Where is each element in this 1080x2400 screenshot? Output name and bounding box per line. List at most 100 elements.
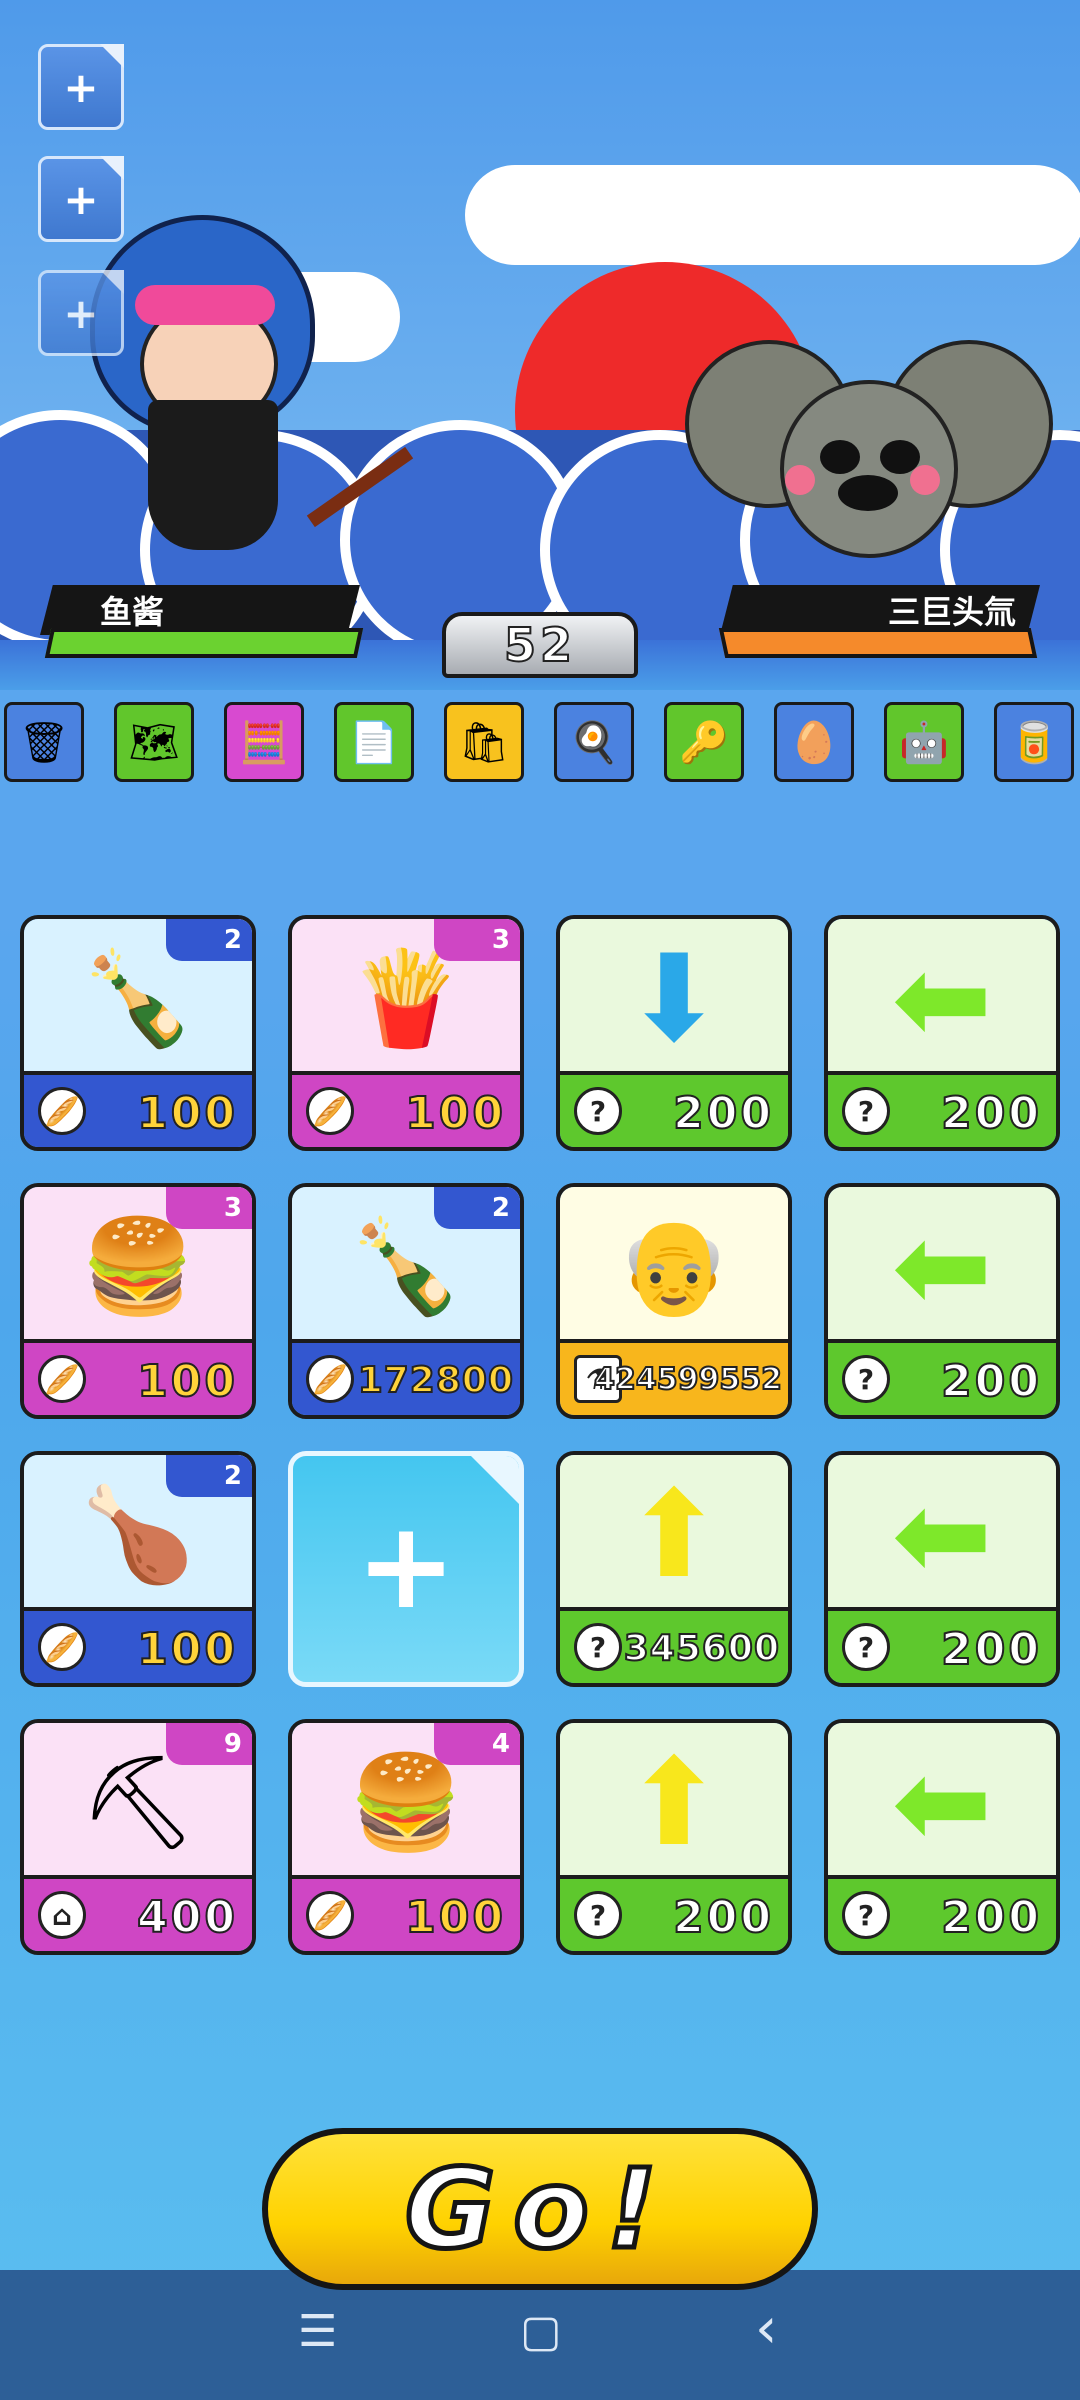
battle-scene: + + + 鱼酱 三巨头氚 52 [0, 0, 1080, 690]
card-burger[interactable]: 🍔 3 🥖 100 [20, 1183, 256, 1419]
item-slot-10[interactable]: 🥫 [994, 702, 1074, 782]
card-price: 100 [404, 1087, 506, 1140]
question-icon: ? [574, 1087, 622, 1135]
question-icon: ? [842, 1355, 890, 1403]
arrow-left-icon: ⬅ [891, 1733, 993, 1873]
map-icon: 🗺 [128, 719, 180, 766]
arrow-left-icon: ⬅ [891, 1197, 993, 1337]
level-badge: 2 [434, 1187, 520, 1229]
card-arrow-left[interactable]: ⬅ ? 200 [824, 1183, 1060, 1419]
item-slot-1[interactable]: 🗑 [4, 702, 84, 782]
card-price: 200 [940, 1355, 1042, 1408]
card-arrow-up[interactable]: ⬆ ? 345600 [556, 1451, 792, 1687]
side-add-button-1[interactable]: + [38, 44, 124, 130]
item-slot-7[interactable]: 🔑 [664, 702, 744, 782]
document-icon: 📄 [349, 719, 399, 766]
card-chicken-leg[interactable]: 🍗 2 🥖 100 [20, 1451, 256, 1687]
card-price: 100 [404, 1891, 506, 1944]
card-fries[interactable]: 🍟 3 🥖 100 [288, 915, 524, 1151]
back-icon[interactable]: ‹ [755, 2296, 777, 2361]
plus-icon: + [63, 288, 99, 338]
round-counter: 52 [442, 612, 638, 678]
card-price: 200 [940, 1891, 1042, 1944]
side-add-button-3[interactable]: + [38, 270, 124, 356]
trash-icon: 🗑 [18, 719, 70, 766]
player-mask [148, 400, 278, 550]
arrow-down-icon: ⬇ [623, 929, 725, 1069]
key-icon: 🔑 [679, 719, 729, 766]
card-professor[interactable]: 👴 ⚗ 424599552 [556, 1183, 792, 1419]
card-price: 100 [136, 1623, 238, 1676]
level-badge: 2 [166, 919, 252, 961]
side-add-button-2[interactable]: + [38, 156, 124, 242]
card-mine[interactable]: ⛏ 9 ⌂ 400 [20, 1719, 256, 1955]
card-cola[interactable]: 🍾 2 🥖 172800 [288, 1183, 524, 1419]
player-name: 鱼酱 [100, 593, 165, 631]
card-cola[interactable]: 🍾 2 🥖 100 [20, 915, 256, 1151]
bag-icon: 🛍 [458, 719, 510, 766]
plus-icon: + [63, 62, 99, 112]
bread-icon: 🥖 [38, 1623, 86, 1671]
home-icon[interactable]: ▢ [520, 2306, 562, 2357]
level-badge: 3 [434, 919, 520, 961]
empty-slot-button[interactable]: + [288, 1451, 524, 1687]
home-icon: ⌂ [38, 1891, 86, 1939]
bread-icon: 🥖 [38, 1087, 86, 1135]
card-price: 200 [940, 1087, 1042, 1140]
bread-icon: 🥖 [306, 1087, 354, 1135]
player-hp-bar [44, 628, 364, 658]
card-arrow-down[interactable]: ⬇ ? 200 [556, 915, 792, 1151]
bread-icon: 🥖 [38, 1355, 86, 1403]
go-label: Go! [402, 2143, 676, 2276]
item-slot-9[interactable]: 🤖 [884, 702, 964, 782]
card-price: 100 [136, 1087, 238, 1140]
plus-icon: + [63, 174, 99, 224]
card-burger[interactable]: 🍔 4 🥖 100 [288, 1719, 524, 1955]
can-icon: 🥫 [1009, 719, 1059, 766]
pan-icon: 🍳 [569, 719, 619, 766]
arrow-left-icon: ⬅ [891, 1465, 993, 1605]
level-badge: 3 [166, 1187, 252, 1229]
card-price: 400 [136, 1891, 238, 1944]
nest-icon: 🥚 [789, 719, 839, 766]
arrow-up-icon: ⬆ [623, 1465, 725, 1605]
card-price: 200 [940, 1623, 1042, 1676]
question-icon: ? [574, 1891, 622, 1939]
menu-icon[interactable]: ☰ [298, 2306, 337, 2357]
enemy-name: 三巨头氚 [887, 593, 1016, 631]
card-arrow-left[interactable]: ⬅ ? 200 [824, 915, 1060, 1151]
question-icon: ? [574, 1623, 622, 1671]
item-slot-5[interactable]: 🛍 [444, 702, 524, 782]
robot-icon: 🤖 [899, 719, 949, 766]
card-arrow-left[interactable]: ⬅ ? 200 [824, 1451, 1060, 1687]
level-badge: 9 [166, 1723, 252, 1765]
go-button[interactable]: Go! [262, 2128, 818, 2290]
calculator-icon: 🧮 [239, 719, 289, 766]
card-arrow-up[interactable]: ⬆ ? 200 [556, 1719, 792, 1955]
bread-icon: 🥖 [306, 1355, 354, 1403]
professor-icon: 👴 [616, 1213, 732, 1320]
card-price: 345600 [623, 1627, 780, 1670]
card-price: 200 [672, 1087, 774, 1140]
level-badge: 2 [166, 1455, 252, 1497]
card-price: 200 [672, 1891, 774, 1944]
item-slot-8[interactable]: 🥚 [774, 702, 854, 782]
item-slot-3[interactable]: 🧮 [224, 702, 304, 782]
arrow-up-icon: ⬆ [623, 1733, 725, 1873]
question-icon: ? [842, 1891, 890, 1939]
level-badge: 4 [434, 1723, 520, 1765]
arrow-left-icon: ⬅ [891, 929, 993, 1069]
question-icon: ? [842, 1087, 890, 1135]
item-slot-4[interactable]: 📄 [334, 702, 414, 782]
cloud [465, 165, 1080, 265]
enemy-hp-bar [718, 628, 1038, 658]
plus-icon: + [355, 1496, 457, 1636]
item-slot-6[interactable]: 🍳 [554, 702, 634, 782]
question-icon: ? [842, 1623, 890, 1671]
card-price: 100 [136, 1355, 238, 1408]
item-slot-2[interactable]: 🗺 [114, 702, 194, 782]
round-number: 52 [503, 617, 576, 673]
card-price: 172800 [357, 1359, 514, 1402]
card-arrow-left[interactable]: ⬅ ? 200 [824, 1719, 1060, 1955]
card-price: 424599552 [593, 1361, 783, 1398]
